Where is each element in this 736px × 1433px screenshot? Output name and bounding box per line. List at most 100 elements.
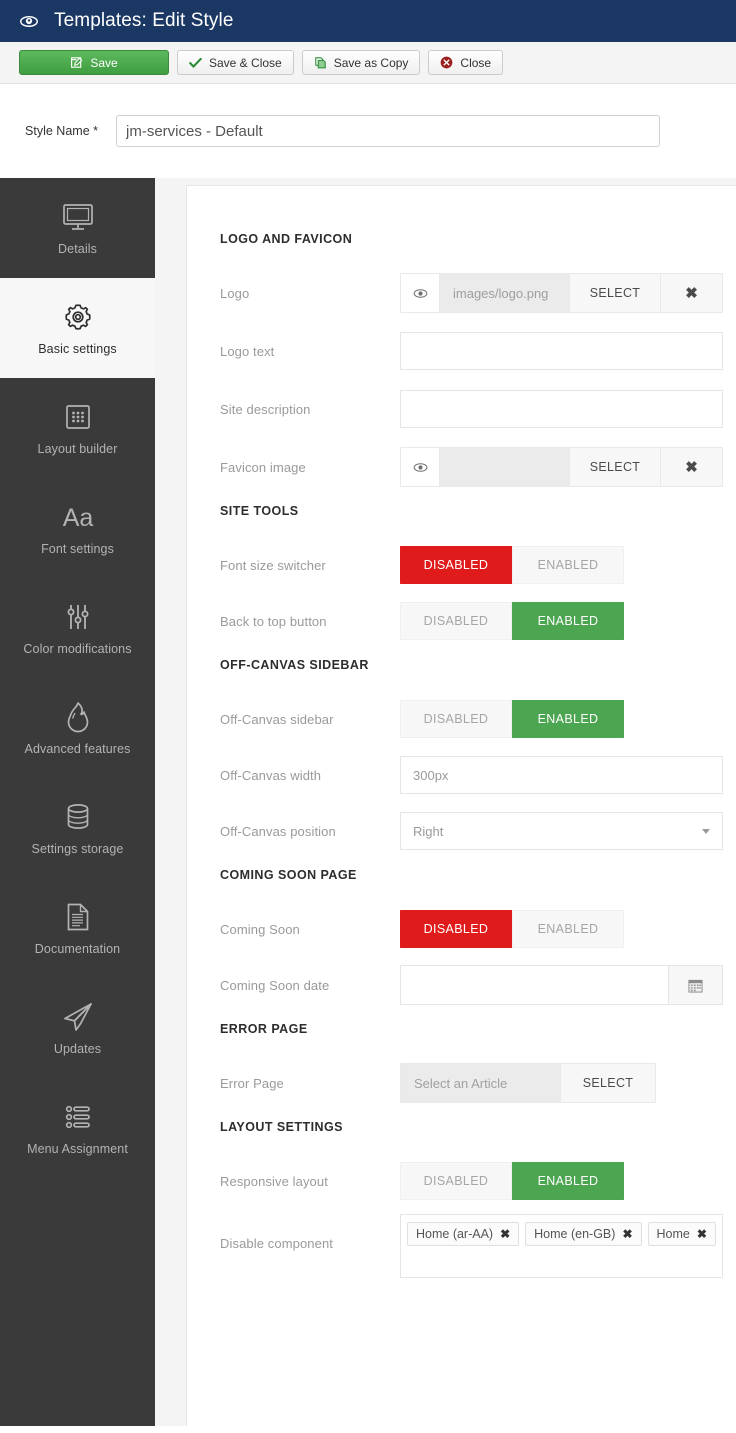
chevron-down-icon [702,829,710,834]
save-as-copy-button[interactable]: Save as Copy [301,50,421,75]
logo-clear-button[interactable]: ✖ [660,274,722,312]
group-title-error-page: ERROR PAGE [220,1022,308,1036]
eye-icon [18,10,40,32]
sidebar-item-label: Details [58,242,97,257]
off-canvas-width-label: Off-Canvas width [220,767,322,783]
font-size-switcher-toggle: DISABLED ENABLED [400,546,624,584]
group-title-off-canvas: OFF-CANVAS SIDEBAR [220,658,369,672]
toggle-enabled-option[interactable]: ENABLED [512,546,624,584]
favicon-select-button[interactable]: SELECT [569,448,660,486]
sidebar-item-label: Menu Assignment [27,1142,128,1157]
preview-eye-icon[interactable] [401,448,440,486]
off-canvas-width-input[interactable] [400,756,723,794]
off-canvas-sidebar-label: Off-Canvas sidebar [220,711,334,727]
copy-icon [314,56,327,70]
toggle-enabled-option[interactable]: ENABLED [512,910,624,948]
chip-item[interactable]: Home (en-GB) ✖ [525,1222,642,1246]
favicon-path-input[interactable] [440,448,569,486]
chip-remove-icon[interactable]: ✖ [697,1227,707,1241]
paper-plane-icon [62,1000,94,1034]
field-row-favicon: Favicon image SELECT ✖ [220,444,736,490]
close-circle-icon [440,56,453,69]
chip-remove-icon[interactable]: ✖ [622,1227,632,1241]
coming-soon-date-input[interactable] [400,965,668,1005]
sidebar-item-basic-settings[interactable]: Basic settings [0,278,155,378]
close-button[interactable]: Close [428,50,504,75]
save-pencil-icon [70,56,83,69]
monitor-icon [61,200,95,234]
save-button[interactable]: Save [19,50,169,75]
error-page-placeholder[interactable]: Select an Article [400,1063,560,1103]
field-row-font-size-switcher: Font size switcher DISABLED ENABLED [220,542,736,588]
flame-icon [64,700,92,734]
logo-text-input[interactable] [400,332,723,370]
field-row-site-description: Site description [220,386,736,432]
disable-component-chips[interactable]: Home (ar-AA) ✖ Home (en-GB) ✖ Home ✖ [400,1214,723,1278]
style-name-input[interactable] [116,115,660,147]
sidebar-item-updates[interactable]: Updates [0,978,155,1078]
coming-soon-label: Coming Soon [220,921,300,937]
toggle-disabled-option[interactable]: DISABLED [400,546,512,584]
toggle-disabled-option[interactable]: DISABLED [400,602,512,640]
coming-soon-toggle: DISABLED ENABLED [400,910,624,948]
toggle-disabled-option[interactable]: DISABLED [400,1162,512,1200]
chip-label: Home (en-GB) [534,1227,616,1241]
sidebar-item-layout-builder[interactable]: Layout builder [0,378,155,478]
sidebar-item-label: Documentation [34,942,121,957]
off-canvas-sidebar-toggle: DISABLED ENABLED [400,700,624,738]
error-page-select-button[interactable]: SELECT [560,1063,656,1103]
font-aa-icon: Aa [56,500,100,534]
site-description-input[interactable] [400,390,723,428]
group-title-layout-settings: LAYOUT SETTINGS [220,1120,343,1134]
toggle-disabled-option[interactable]: DISABLED [400,700,512,738]
toggle-enabled-option[interactable]: ENABLED [512,1162,624,1200]
save-and-close-button[interactable]: Save & Close [177,50,294,75]
sidebar-item-menu-assignment[interactable]: Menu Assignment [0,1078,155,1178]
sidebar-item-details[interactable]: Details [0,178,155,278]
toggle-disabled-option[interactable]: DISABLED [400,910,512,948]
favicon-clear-button[interactable]: ✖ [660,448,722,486]
responsive-layout-label: Responsive layout [220,1173,328,1189]
chip-item[interactable]: Home (ar-AA) ✖ [407,1222,520,1246]
sidebar-item-label: Layout builder [37,442,118,457]
field-row-coming-soon: Coming Soon DISABLED ENABLED [220,906,736,952]
logo-label: Logo [220,285,250,301]
sliders-icon [63,600,93,634]
style-name-label: Style Name * [25,124,98,138]
font-size-switcher-label: Font size switcher [220,557,326,573]
calendar-icon[interactable] [668,965,723,1005]
sidebar-item-font-settings[interactable]: Aa Font settings [0,478,155,578]
coming-soon-date-label: Coming Soon date [220,977,330,993]
sidebar-item-settings-storage[interactable]: Settings storage [0,778,155,878]
logo-select-button[interactable]: SELECT [569,274,660,312]
toggle-enabled-option[interactable]: ENABLED [512,700,624,738]
chip-item[interactable]: Home ✖ [647,1222,716,1246]
error-page-article-group: Select an Article SELECT [400,1063,656,1103]
chip-remove-icon[interactable]: ✖ [500,1227,510,1241]
disable-component-label: Disable component [220,1236,333,1251]
group-title-coming-soon: COMING SOON PAGE [220,868,357,882]
coming-soon-date-group [400,965,723,1005]
off-canvas-position-label: Off-Canvas position [220,823,336,839]
preview-eye-icon[interactable] [401,274,440,312]
document-icon [65,900,91,934]
sidebar-item-label: Advanced features [24,742,131,757]
sidebar-item-documentation[interactable]: Documentation [0,878,155,978]
toggle-enabled-option[interactable]: ENABLED [512,602,624,640]
sidebar-item-label: Color modifications [23,642,132,657]
group-title-site-tools: SITE TOOLS [220,504,299,518]
sidebar: Details Basic settings Layout builder Aa… [0,178,155,1426]
svg-text:Aa: Aa [62,504,93,532]
off-canvas-position-select[interactable]: Right [400,812,723,850]
sidebar-item-advanced-features[interactable]: Advanced features [0,678,155,778]
save-and-close-label: Save & Close [209,55,282,70]
back-to-top-label: Back to top button [220,613,327,629]
sidebar-item-color-modifications[interactable]: Color modifications [0,578,155,678]
logo-path-input[interactable]: images/logo.png [440,274,569,312]
error-page-label: Error Page [220,1075,284,1091]
site-description-label: Site description [220,401,311,417]
field-row-disable-component: Disable component Home (ar-AA) ✖ Home (e… [220,1214,736,1280]
close-button-label: Close [460,55,492,70]
app-header: Templates: Edit Style [0,0,736,42]
toolbar: Save Save & Close Save as Copy Close [0,42,736,84]
